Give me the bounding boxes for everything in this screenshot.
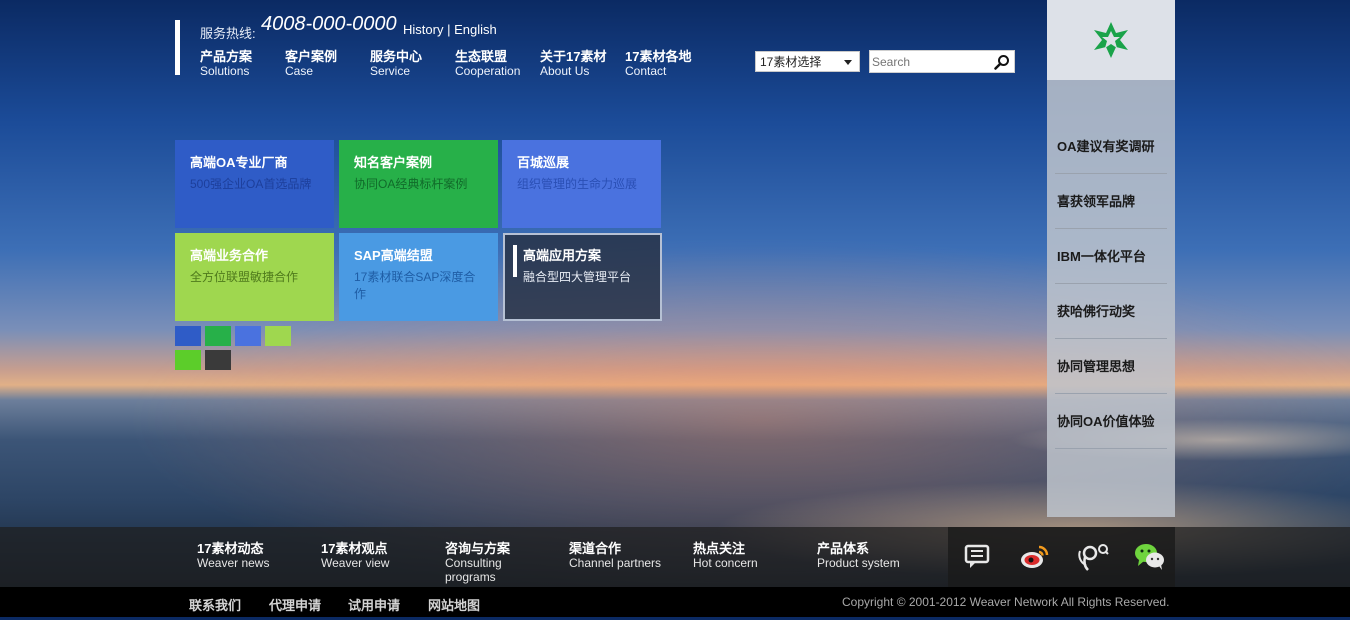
- bottom-link-product[interactable]: 产品体系 Product system: [817, 541, 927, 571]
- nav-label-cn: 服务中心: [370, 49, 423, 64]
- bottom-label-en: Weaver view: [321, 556, 390, 570]
- bottom-label-en: Consulting programs: [445, 556, 502, 584]
- tile-subtitle: 协同OA经典标杆案例: [354, 177, 468, 191]
- search-icon[interactable]: [994, 54, 1010, 70]
- hotline-number: 4008-000-0000: [261, 13, 397, 35]
- bottom-link-view[interactable]: 17素材观点 Weaver view: [321, 541, 431, 571]
- bottom-link-consulting[interactable]: 咨询与方案 Consulting programs: [445, 541, 525, 585]
- swatch-light-blue[interactable]: [235, 326, 261, 346]
- copyright-text: Copyright © 2001-2012 Weaver Network All…: [842, 595, 1170, 609]
- wechat-icon: [1135, 544, 1164, 570]
- english-link[interactable]: English: [454, 22, 497, 37]
- footer-link-agent[interactable]: 代理申请: [269, 595, 321, 614]
- tencent-weibo-button[interactable]: [1062, 539, 1118, 575]
- swatch-blue[interactable]: [175, 326, 201, 346]
- sidebar-item-harvard[interactable]: 获哈佛行动奖: [1055, 285, 1167, 339]
- tile-subtitle: 500强企业OA首选品牌: [190, 177, 312, 191]
- nav-label-cn: 17素材各地: [625, 49, 692, 64]
- swatch-bright-green[interactable]: [175, 350, 201, 370]
- tile-subtitle: 全方位联盟敏捷合作: [190, 270, 299, 284]
- language-switch: History | English: [403, 22, 497, 37]
- bottom-label-en: Product system: [817, 556, 900, 570]
- tile-title: 高端业务合作: [190, 248, 269, 263]
- nav-label-en: Case: [285, 64, 314, 78]
- nav-contact[interactable]: 17素材各地 Contact: [625, 49, 710, 79]
- tile-business-cooperation[interactable]: 高端业务合作 全方位联盟敏捷合作: [175, 233, 334, 321]
- chevron-down-icon: [844, 60, 852, 65]
- main-nav: 产品方案 Solutions 客户案例 Case 服务中心 Service 生态…: [200, 49, 710, 79]
- nav-label-en: Service: [370, 64, 411, 78]
- tile-subtitle: 17素材联合SAP深度合作: [354, 270, 476, 301]
- weibo-button[interactable]: [1005, 539, 1061, 575]
- tile-application-solutions[interactable]: 高端应用方案 融合型四大管理平台: [503, 233, 662, 321]
- bottom-label-cn: 咨询与方案: [445, 541, 511, 556]
- social-icons: [948, 527, 1175, 587]
- wechat-button[interactable]: [1119, 539, 1175, 575]
- brand-logo[interactable]: [1047, 0, 1175, 80]
- nav-label-en: Contact: [625, 64, 667, 78]
- tile-title: 百城巡展: [517, 155, 570, 170]
- nav-label-cn: 产品方案: [200, 49, 253, 64]
- bottom-label-en: Hot concern: [693, 556, 758, 570]
- site-select-dropdown[interactable]: 17素材选择: [755, 51, 860, 72]
- nav-label-en: Solutions: [200, 64, 250, 78]
- tile-city-tour[interactable]: 百城巡展 组织管理的生命力巡展: [502, 140, 661, 228]
- bottom-link-channel[interactable]: 渠道合作 Channel partners: [569, 541, 679, 571]
- side-panel: OA建议有奖调研 喜获领军品牌 IBM一体化平台 获哈佛行动奖 协同管理思想 协…: [1047, 0, 1175, 517]
- tile-sap-alliance[interactable]: SAP高端结盟 17素材联合SAP深度合作: [339, 233, 498, 321]
- tencent-weibo-icon: [1078, 544, 1109, 571]
- site-select-value: 17素材选择: [760, 55, 822, 69]
- swatch-dark[interactable]: [205, 350, 231, 370]
- nav-label-en: About Us: [540, 64, 590, 78]
- chat-icon: [964, 544, 990, 568]
- nav-label-cn: 客户案例: [285, 49, 338, 64]
- bottom-label-cn: 17素材动态: [197, 541, 264, 556]
- sidebar-item-survey[interactable]: OA建议有奖调研: [1055, 120, 1167, 174]
- bottom-label-cn: 热点关注: [693, 541, 746, 556]
- search-box: [869, 50, 1015, 73]
- nav-cooperation[interactable]: 生态联盟 Cooperation: [455, 49, 540, 79]
- header-accent-bar: [175, 20, 180, 75]
- footer-link-sitemap[interactable]: 网站地图: [428, 595, 480, 614]
- tile-title: 知名客户案例: [354, 155, 433, 170]
- bottom-link-news[interactable]: 17素材动态 Weaver news: [197, 541, 307, 571]
- lang-separator: |: [443, 22, 455, 37]
- sidebar-item-brand[interactable]: 喜获领军品牌: [1055, 175, 1167, 229]
- bottom-link-hot[interactable]: 热点关注 Hot concern: [693, 541, 803, 571]
- sidebar-item-management[interactable]: 协同管理思想: [1055, 340, 1167, 394]
- tile-title: 高端OA专业厂商: [190, 155, 288, 170]
- swatch-green[interactable]: [205, 326, 231, 346]
- weibo-icon: [1021, 545, 1049, 568]
- sidebar-item-experience[interactable]: 协同OA价值体验: [1055, 395, 1167, 449]
- tile-oa-vendor[interactable]: 高端OA专业厂商 500强企业OA首选品牌: [175, 140, 334, 228]
- nav-label-cn: 关于17素材: [540, 49, 607, 64]
- search-input[interactable]: [872, 53, 984, 70]
- nav-label-en: Cooperation: [455, 64, 521, 78]
- tile-client-cases[interactable]: 知名客户案例 协同OA经典标杆案例: [339, 140, 498, 228]
- hotline-label: 服务热线:: [200, 26, 256, 41]
- bottom-label-cn: 渠道合作: [569, 541, 622, 556]
- chat-button[interactable]: [948, 539, 1004, 575]
- nav-service[interactable]: 服务中心 Service: [370, 49, 455, 79]
- swatch-lime[interactable]: [265, 326, 291, 346]
- footer-link-contact[interactable]: 联系我们: [189, 595, 241, 614]
- bottom-label-en: Weaver news: [197, 556, 270, 570]
- tile-title: SAP高端结盟: [354, 248, 433, 263]
- bottom-label-en: Channel partners: [569, 556, 662, 570]
- nav-case[interactable]: 客户案例 Case: [285, 49, 370, 79]
- tile-subtitle: 融合型四大管理平台: [523, 270, 632, 284]
- nav-solutions[interactable]: 产品方案 Solutions: [200, 49, 285, 79]
- logo-icon: [1094, 22, 1128, 58]
- tile-title: 高端应用方案: [523, 248, 602, 263]
- footer: 联系我们 代理申请 试用申请 网站地图 Copyright © 2001-201…: [0, 587, 1350, 617]
- history-link[interactable]: History: [403, 22, 443, 37]
- bottom-label-cn: 产品体系: [817, 541, 870, 556]
- nav-label-cn: 生态联盟: [455, 49, 508, 64]
- nav-about-us[interactable]: 关于17素材 About Us: [540, 49, 625, 79]
- sidebar-item-ibm[interactable]: IBM一体化平台: [1055, 230, 1167, 284]
- footer-link-trial[interactable]: 试用申请: [348, 595, 400, 614]
- bottom-label-cn: 17素材观点: [321, 541, 388, 556]
- tile-subtitle: 组织管理的生命力巡展: [517, 177, 638, 191]
